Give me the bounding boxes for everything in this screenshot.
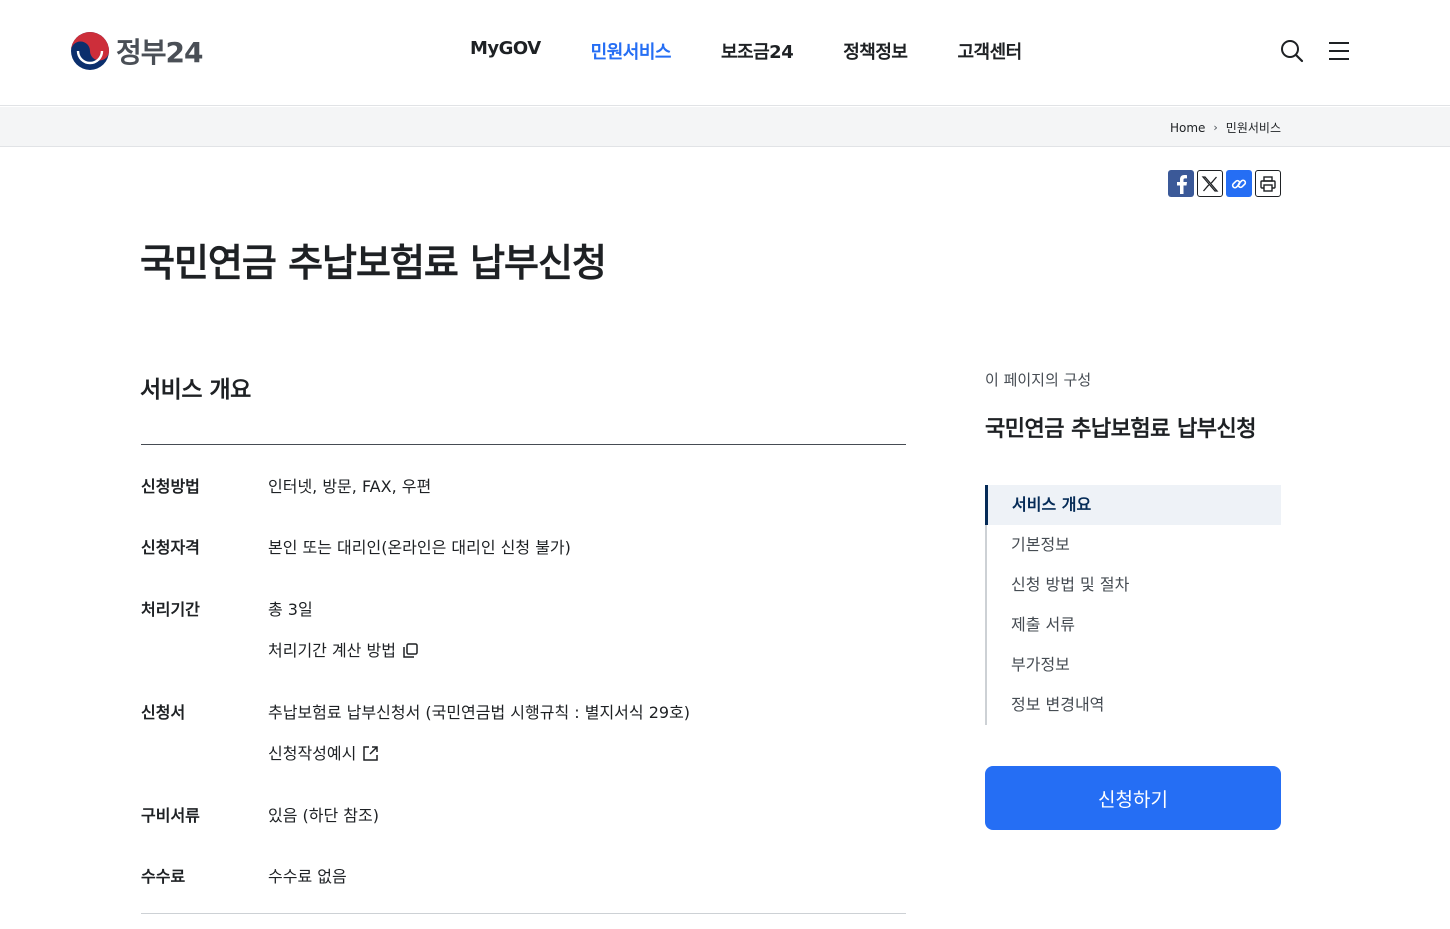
info-row-method: 신청방법 인터넷, 방문, FAX, 우편 <box>141 473 906 514</box>
nav-subsidy24[interactable]: 보조금24 <box>721 38 794 64</box>
info-row-fee: 수수료 수수료 없음 <box>141 863 906 904</box>
info-label: 수수료 <box>141 867 186 886</box>
printer-icon <box>1260 175 1276 192</box>
info-label: 신청방법 <box>141 477 200 496</box>
main-nav: MyGOV 민원서비스 보조금24 정책정보 고객센터 <box>470 38 1072 64</box>
x-share-button[interactable] <box>1197 170 1223 197</box>
info-value-text: 총 3일 <box>268 600 313 619</box>
apply-button[interactable]: 신청하기 <box>985 766 1281 830</box>
info-value: 있음 (하단 참조) <box>268 802 379 843</box>
nav-mygov[interactable]: MyGOV <box>470 38 541 64</box>
section-divider <box>141 444 906 445</box>
toc-item-application-procedure[interactable]: 신청 방법 및 절차 <box>987 565 1281 605</box>
info-label: 구비서류 <box>141 806 200 825</box>
info-value-text: 본인 또는 대리인(온라인은 대리인 신청 불가) <box>268 538 571 557</box>
info-row-required-docs: 구비서류 있음 (하단 참조) <box>141 802 906 843</box>
print-button[interactable] <box>1255 170 1281 197</box>
page-title: 국민연금 추납보험료 납부신청 <box>140 241 607 285</box>
toc-item-additional-info[interactable]: 부가정보 <box>987 645 1281 685</box>
link-text[interactable]: 처리기간 계산 방법 <box>268 641 396 660</box>
info-row-eligibility: 신청자격 본인 또는 대리인(온라인은 대리인 신청 불가) <box>141 534 906 575</box>
section-bottom-divider <box>141 913 906 914</box>
info-value: 인터넷, 방문, FAX, 우편 <box>268 473 431 514</box>
info-label: 처리기간 <box>141 600 200 619</box>
info-value: 총 3일 처리기간 계산 방법 <box>268 596 419 678</box>
breadcrumb: Home › 민원서비스 <box>1170 119 1281 136</box>
info-value: 본인 또는 대리인(온라인은 대리인 신청 불가) <box>268 534 571 575</box>
service-overview-title: 서비스 개요 <box>140 377 251 403</box>
info-label: 신청자격 <box>141 538 200 557</box>
facebook-share-button[interactable] <box>1168 170 1194 197</box>
info-value-text: 있음 (하단 참조) <box>268 806 379 825</box>
external-link-icon[interactable] <box>362 745 379 762</box>
search-icon[interactable] <box>1279 38 1305 64</box>
facebook-icon <box>1177 174 1187 194</box>
info-label: 신청서 <box>141 703 186 722</box>
toc-item-basic-info[interactable]: 기본정보 <box>987 525 1281 565</box>
info-value-text: 수수료 없음 <box>268 867 347 886</box>
toc-title: 국민연금 추납보험료 납부신청 <box>985 417 1256 442</box>
site-header: 정부24 MyGOV 민원서비스 보조금24 정책정보 고객센터 <box>0 0 1450 106</box>
logo-text: 정부24 <box>116 36 203 69</box>
info-row-application-form: 신청서 추납보험료 납부신청서 (국민연금법 시행규칙 : 별지서식 29호) … <box>141 699 906 781</box>
nav-policy-info[interactable]: 정책정보 <box>843 38 908 64</box>
toc-item-service-overview[interactable]: 서비스 개요 <box>985 485 1281 525</box>
nav-civil-services[interactable]: 민원서비스 <box>591 38 672 64</box>
copy-link-button[interactable] <box>1226 170 1252 197</box>
application-example-link[interactable]: 신청작성예시 <box>268 740 690 781</box>
info-value: 수수료 없음 <box>268 863 347 904</box>
breadcrumb-current[interactable]: 민원서비스 <box>1226 119 1281 136</box>
nav-customer-center[interactable]: 고객센터 <box>957 38 1022 64</box>
link-text[interactable]: 신청작성예시 <box>268 744 356 763</box>
breadcrumb-bar: Home › 민원서비스 <box>0 107 1450 147</box>
info-value-text: 인터넷, 방문, FAX, 우편 <box>268 477 432 496</box>
share-toolbar <box>1168 170 1281 197</box>
site-logo[interactable]: 정부24 <box>70 31 203 71</box>
page-toc: 서비스 개요 기본정보 신청 방법 및 절차 제출 서류 부가정보 정보 변경내… <box>985 485 1281 725</box>
info-value: 추납보험료 납부신청서 (국민연금법 시행규칙 : 별지서식 29호) 신청작성… <box>268 699 690 781</box>
processing-period-calc-link[interactable]: 처리기간 계산 방법 <box>268 637 419 678</box>
taegeuk-logo-icon <box>71 32 109 70</box>
x-logo-icon <box>1201 175 1219 192</box>
chevron-right-icon: › <box>1213 121 1218 134</box>
toc-item-change-history[interactable]: 정보 변경내역 <box>987 685 1281 725</box>
info-value-text[interactable]: 추납보험료 납부신청서 (국민연금법 시행규칙 : 별지서식 29호) <box>268 699 690 740</box>
hamburger-menu-icon[interactable] <box>1326 38 1352 64</box>
copy-popup-icon[interactable] <box>402 642 419 659</box>
link-icon <box>1231 179 1247 188</box>
breadcrumb-home[interactable]: Home <box>1170 121 1205 135</box>
toc-item-submission-docs[interactable]: 제출 서류 <box>987 605 1281 645</box>
toc-caption: 이 페이지의 구성 <box>985 371 1092 389</box>
info-row-processing-period: 처리기간 총 3일 처리기간 계산 방법 <box>141 596 906 678</box>
